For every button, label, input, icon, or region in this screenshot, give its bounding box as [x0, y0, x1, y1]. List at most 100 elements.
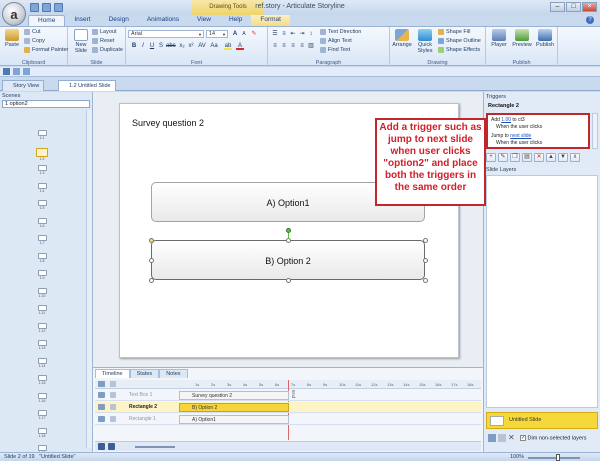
slide-thumbnail[interactable]: 1.2	[36, 147, 48, 161]
format-painter-button[interactable]: Format Painter	[24, 47, 68, 53]
new-slide-button[interactable]: New Slide	[71, 29, 91, 54]
delete-layer-icon[interactable]: ✕	[508, 433, 515, 442]
line-spacing-icon[interactable]: ↕	[307, 30, 315, 38]
tab-insert[interactable]: Insert	[65, 15, 99, 26]
trigger-1[interactable]: Add 1.00 to ct3	[491, 117, 525, 123]
help-icon[interactable]: ?	[586, 16, 594, 24]
shape-effects-button[interactable]: Shape Effects	[438, 47, 480, 53]
resize-handle[interactable]	[149, 258, 154, 263]
resize-handle[interactable]	[423, 258, 428, 263]
slide-thumbnail[interactable]: 1.6	[36, 217, 48, 228]
tab-home[interactable]: Home	[28, 15, 66, 26]
publish-button[interactable]: Publish	[534, 29, 556, 48]
app-menu-button[interactable]: a	[2, 2, 26, 26]
slide-thumbnail[interactable]: 1.1	[36, 130, 48, 140]
new-layer-icon[interactable]	[488, 434, 496, 442]
lock-icon[interactable]	[110, 404, 116, 410]
decrease-indent-icon[interactable]: ⇤	[289, 30, 297, 38]
tab-notes[interactable]: Notes	[159, 369, 188, 378]
tab-help[interactable]: Help	[220, 15, 251, 26]
slide-thumbnail[interactable]: 1.3	[36, 165, 48, 175]
highlight-icon[interactable]: ab	[224, 42, 232, 50]
timeline-row[interactable]: Rectangle 2 B) Option 2	[95, 402, 481, 413]
slide-thumbnail[interactable]: 1.12	[36, 322, 48, 333]
resize-handle[interactable]	[423, 238, 428, 243]
zoom-slider-knob[interactable]	[556, 454, 560, 461]
play-icon[interactable]	[98, 443, 105, 450]
move-up-icon[interactable]: ▲	[546, 153, 556, 162]
timeline-object-name[interactable]: Rectangle 1	[129, 416, 156, 422]
slide-thumbnail[interactable]: 1.14	[36, 357, 48, 368]
save-icon[interactable]	[3, 68, 10, 75]
slide-thumbnail[interactable]: 1.10	[36, 287, 48, 298]
shrink-font-icon[interactable]: A	[240, 30, 248, 38]
quick-styles-button[interactable]: Quick Styles	[414, 29, 436, 54]
trigger-2-target[interactable]: next slide	[510, 133, 531, 139]
stop-icon[interactable]	[108, 443, 115, 450]
tab-view[interactable]: View	[188, 15, 220, 26]
shape-fill-button[interactable]: Shape Fill	[438, 29, 470, 35]
scenes-scrollbar[interactable]	[86, 110, 92, 448]
timeline-row[interactable]: Rectangle 1 A) Option1	[95, 414, 481, 425]
bullets-icon[interactable]: ☰	[271, 30, 279, 38]
lock-icon[interactable]	[110, 416, 116, 422]
redo-icon[interactable]	[23, 68, 30, 75]
underline-icon[interactable]: U	[148, 42, 156, 50]
tab-design[interactable]: Design	[100, 15, 138, 26]
tab-format[interactable]: Format	[251, 15, 290, 26]
font-size-select[interactable]: 14 ▼	[206, 30, 228, 38]
undo-icon[interactable]	[13, 68, 20, 75]
player-button[interactable]: Player	[489, 29, 509, 48]
bold-icon[interactable]: B	[130, 42, 138, 50]
scene-select[interactable]: 1 option2	[2, 100, 90, 108]
triggers-scrollbar[interactable]	[592, 113, 598, 149]
checkbox-checked-icon[interactable]: ✓	[520, 435, 526, 441]
resize-handle[interactable]	[423, 278, 428, 283]
copy-button[interactable]: Copy	[24, 38, 45, 44]
justify-icon[interactable]: ≡	[298, 42, 306, 50]
align-left-icon[interactable]: ≡	[271, 42, 279, 50]
zoom-slider[interactable]	[528, 457, 580, 459]
slide-thumbnail[interactable]: 1.15	[36, 375, 48, 385]
preview-button[interactable]: Preview	[511, 29, 533, 48]
new-trigger-icon[interactable]: +	[486, 153, 496, 162]
text-direction-button[interactable]: Text Direction	[320, 29, 361, 35]
arrange-button[interactable]: Arrange	[392, 29, 412, 48]
timeline-object-bar[interactable]: B) Option 2	[179, 403, 289, 412]
close-button[interactable]: ×	[582, 2, 597, 12]
slide-thumbnail[interactable]: 1.11	[36, 305, 48, 315]
slide-title[interactable]: Survey question 2	[132, 118, 204, 128]
paste-trigger-icon[interactable]: ▤	[522, 153, 532, 162]
subscript-icon[interactable]: x₂	[178, 42, 186, 50]
italic-icon[interactable]: I	[139, 42, 147, 50]
find-text-button[interactable]: Find Text	[320, 47, 350, 53]
eye-icon[interactable]	[98, 416, 105, 422]
columns-icon[interactable]: ▥	[307, 42, 315, 50]
minimize-button[interactable]: –	[550, 2, 565, 12]
edit-trigger-icon[interactable]: ✎	[498, 153, 508, 162]
variables-icon[interactable]: x	[570, 153, 580, 162]
slide-thumbnail[interactable]: 1.7	[36, 235, 48, 245]
slide-thumbnail[interactable]: 1.9	[36, 270, 48, 280]
grow-font-icon[interactable]: A	[231, 30, 239, 38]
shadow-icon[interactable]: S	[157, 42, 165, 50]
strikethrough-icon[interactable]: abc	[166, 42, 176, 50]
duplicate-layer-icon[interactable]	[498, 434, 506, 442]
timeline-zoom-slider[interactable]	[135, 446, 175, 448]
slide-thumbnail[interactable]: 1.18	[36, 427, 48, 438]
superscript-icon[interactable]: x²	[187, 42, 195, 50]
slide-thumbnail[interactable]: 1.16	[36, 392, 48, 403]
align-center-icon[interactable]: ≡	[280, 42, 288, 50]
clear-format-icon[interactable]: ✎	[250, 30, 258, 38]
slide-thumbnail[interactable]: 1.5	[36, 200, 48, 210]
duplicate-button[interactable]: Duplicate	[92, 47, 123, 53]
tab-animations[interactable]: Animations	[138, 15, 188, 26]
slide-thumbnail[interactable]: 1.17	[36, 410, 48, 420]
cut-button[interactable]: Cut	[24, 29, 41, 35]
font-family-select[interactable]: Arial ▼	[128, 30, 204, 38]
tab-states[interactable]: States	[129, 369, 160, 378]
move-down-icon[interactable]: ▼	[558, 153, 568, 162]
timeline-object-bar[interactable]: Survey question 2	[179, 391, 289, 400]
maximize-button[interactable]: □	[566, 2, 581, 12]
timeline-object-bar[interactable]: A) Option1	[179, 415, 289, 424]
